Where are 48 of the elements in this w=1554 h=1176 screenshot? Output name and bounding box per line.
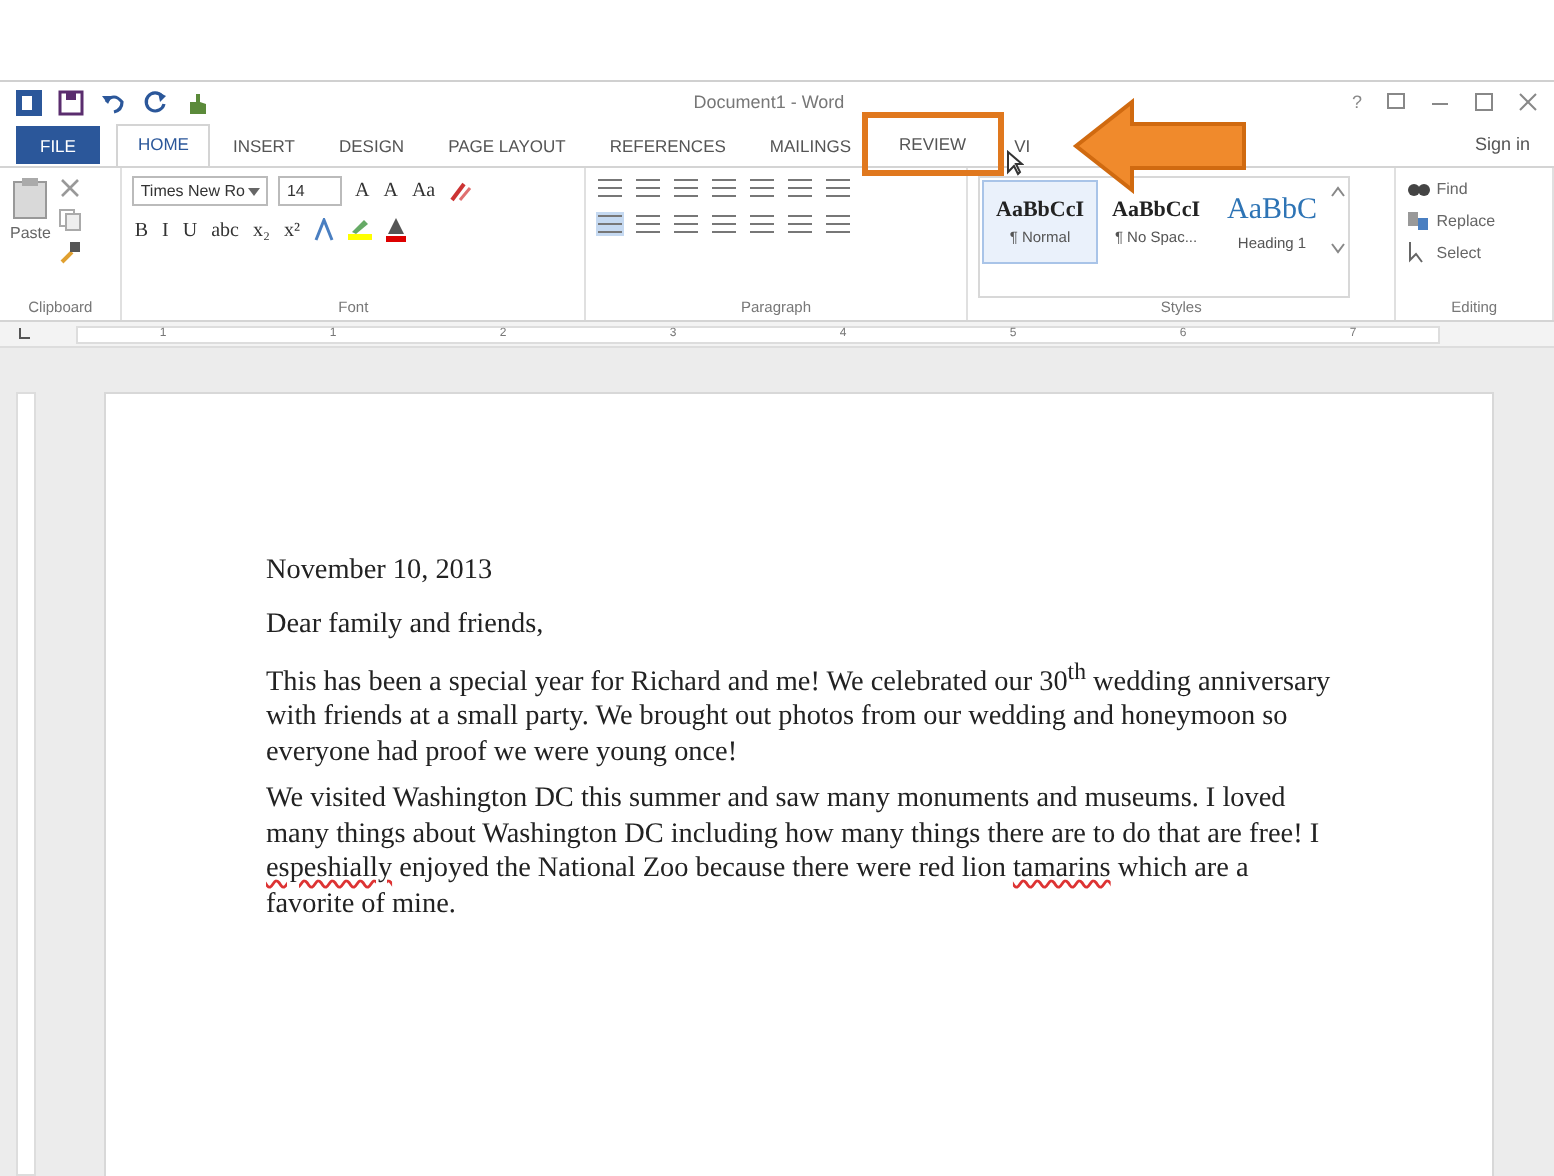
clipboard-icon[interactable] (12, 176, 49, 220)
restore-icon[interactable] (1386, 92, 1406, 112)
ribbon-tab[interactable]: PAGE LAYOUT (426, 125, 588, 163)
format-button[interactable]: B (132, 219, 150, 241)
format-button[interactable]: abc (209, 219, 241, 241)
tab-stop-icon[interactable] (16, 326, 32, 342)
close-icon[interactable] (1518, 92, 1538, 112)
format-button[interactable]: U (180, 219, 200, 241)
font-color-icon[interactable] (383, 218, 408, 242)
grow-font-button[interactable]: A (352, 180, 372, 202)
document-paragraph: This has been a special year for Richard and me! We celebrated our 30$^{th}$ wedding anniversary with friends at a small party. We brought out photos from our wedding and honeymoon so everyone had proof we were young once! (266, 654, 1332, 771)
select-button[interactable]: Select (1436, 243, 1481, 261)
highlighter-icon[interactable] (345, 218, 374, 242)
window-title: Document1 - Word (691, 92, 847, 112)
format-button[interactable]: x² (281, 219, 302, 241)
ribbon-tab[interactable]: REVIEW (861, 112, 1005, 176)
find-button[interactable]: Find (1436, 179, 1468, 197)
font-name-field[interactable]: Times New Ro (132, 176, 269, 206)
clear-format-icon[interactable] (447, 179, 472, 203)
format-button[interactable]: x₂ (250, 219, 272, 241)
help-button[interactable]: ? (1351, 92, 1362, 112)
document-paragraph: November 10, 2013 (266, 554, 495, 589)
file-tab[interactable]: FILE (16, 125, 100, 163)
document-paragraph: We visited Washington DC this summer and saw many monuments and museums. I loved many things about Washington DC including how many things there are to do that are free! I espeshially enjoyed the National Zoo because there were red lion tamarins which are a favorite of mine. (266, 782, 1322, 923)
maximize-icon[interactable] (1474, 92, 1494, 112)
paste-button[interactable]: Paste (10, 224, 51, 242)
replace-button[interactable]: Replace (1436, 211, 1496, 229)
sign-in-link[interactable]: Sign in (1474, 134, 1538, 154)
align-left-icon[interactable] (596, 212, 624, 236)
mouse-pointer-icon (1006, 150, 1024, 176)
ribbon-tab[interactable]: DESIGN (316, 125, 427, 163)
document-paragraph: Dear family and friends, (266, 607, 546, 642)
undo-icon[interactable] (100, 89, 126, 115)
ribbon-tab[interactable]: REFERENCES (587, 125, 748, 163)
scissors-icon[interactable] (58, 176, 83, 200)
caret-icon (248, 187, 261, 195)
redo-icon[interactable] (142, 89, 168, 115)
change-case-button[interactable]: Aa (409, 180, 438, 202)
ribbon-tab[interactable]: INSERT (210, 125, 317, 163)
shrink-font-button[interactable]: A (381, 180, 400, 202)
ribbon-tab[interactable]: HOME (115, 124, 211, 166)
word-logo-icon[interactable] (16, 89, 42, 115)
format-painter-icon[interactable] (58, 240, 83, 264)
font-size-field[interactable]: 14 (278, 176, 343, 206)
replace-icon (1406, 208, 1431, 232)
save-icon[interactable] (58, 89, 84, 115)
format-button[interactable]: I (160, 219, 171, 241)
pointing-arrow-icon (1072, 98, 1252, 194)
